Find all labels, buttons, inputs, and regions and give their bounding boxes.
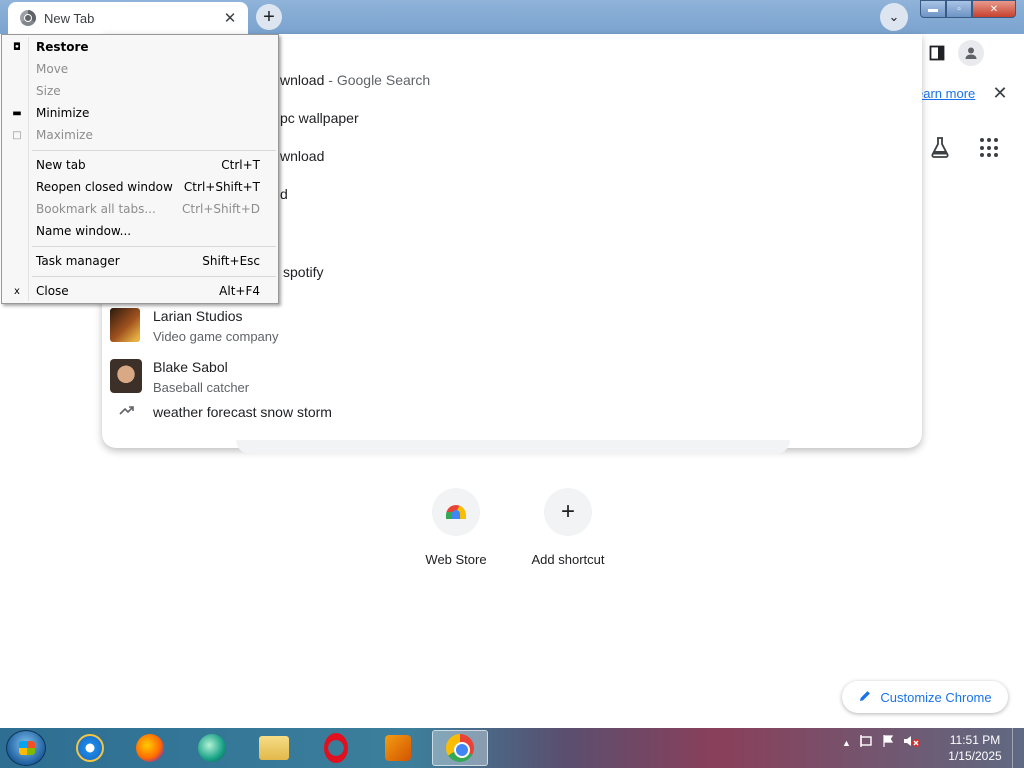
tab-new-tab[interactable]: New Tab ✕ bbox=[8, 2, 248, 34]
suggestion-text: pc wallpaper bbox=[280, 110, 359, 126]
searchbox-bottom-edge bbox=[236, 440, 790, 454]
menu-item-name-window[interactable]: Name window... bbox=[4, 221, 276, 241]
chrome-icon bbox=[446, 734, 474, 762]
start-button[interactable] bbox=[6, 730, 46, 766]
entity-title: Larian Studios bbox=[153, 308, 243, 324]
taskbar-internet-explorer[interactable] bbox=[62, 730, 118, 766]
close-icon: x bbox=[14, 285, 20, 297]
suggestion-text: spotify bbox=[283, 264, 324, 280]
taskbar-file-explorer[interactable] bbox=[246, 730, 302, 766]
taskbar-clock[interactable]: 11:51 PM 1/15/2025 bbox=[940, 732, 1010, 764]
entity-suggestion-row[interactable]: Larian Studios Video game company bbox=[102, 306, 922, 346]
chrome-labs-icon[interactable] bbox=[930, 136, 950, 164]
minimize-icon: ▬ bbox=[12, 107, 22, 119]
menu-item-new-tab[interactable]: New tab Ctrl+T bbox=[4, 155, 276, 175]
suggestion-text: weather forecast snow storm bbox=[153, 404, 332, 420]
menu-item-maximize[interactable]: □ Maximize bbox=[4, 125, 276, 145]
globe-icon bbox=[198, 734, 226, 762]
menu-item-reopen-closed-window[interactable]: Reopen closed window Ctrl+Shift+T bbox=[4, 177, 276, 197]
clock-date: 1/15/2025 bbox=[948, 749, 1002, 763]
plus-icon: + bbox=[560, 498, 575, 525]
entity-description: Baseball catcher bbox=[153, 380, 250, 395]
menu-item-minimize[interactable]: ▬ Minimize bbox=[4, 103, 276, 123]
internet-explorer-icon bbox=[76, 734, 104, 762]
entity-description: Video game company bbox=[153, 329, 279, 344]
trending-icon bbox=[118, 403, 136, 421]
menu-item-restore[interactable]: ◘ Restore bbox=[4, 37, 276, 57]
side-panel-icon[interactable] bbox=[926, 42, 948, 64]
taskbar-firefox[interactable] bbox=[122, 730, 178, 766]
taskbar-chrome[interactable] bbox=[432, 730, 488, 766]
close-window-button[interactable]: ✕ bbox=[972, 0, 1016, 18]
system-tray: ▲ bbox=[842, 734, 921, 751]
tab-strip: New Tab ✕ + ⌄ ▬ ▫ ✕ bbox=[0, 0, 1024, 34]
action-center-icon[interactable] bbox=[859, 734, 873, 751]
learn-more-link[interactable]: earn more bbox=[916, 86, 975, 101]
menu-item-close[interactable]: x Close Alt+F4 bbox=[4, 281, 276, 301]
shortcut-web-store[interactable]: Web Store bbox=[400, 488, 512, 567]
customize-chrome-button[interactable]: Customize Chrome bbox=[842, 681, 1008, 713]
menu-separator bbox=[32, 150, 276, 151]
maximize-icon: □ bbox=[12, 129, 22, 141]
menu-separator bbox=[32, 246, 276, 247]
suggestion-source: - Google Search bbox=[324, 72, 431, 88]
blake-sabol-thumbnail bbox=[110, 359, 142, 393]
show-desktop-button[interactable] bbox=[1012, 728, 1024, 768]
menu-separator bbox=[32, 276, 276, 277]
tab-search-button[interactable]: ⌄ bbox=[880, 3, 908, 31]
window-system-menu: ◘ Restore Move Size ▬ Minimize □ Maximiz… bbox=[1, 34, 279, 304]
volume-muted-icon[interactable] bbox=[903, 734, 921, 751]
web-store-icon bbox=[446, 505, 466, 519]
google-apps-icon[interactable] bbox=[980, 138, 1000, 158]
profile-avatar-icon[interactable] bbox=[958, 40, 984, 66]
tray-expand-icon[interactable]: ▲ bbox=[842, 738, 851, 748]
shortcut-add[interactable]: + Add shortcut bbox=[512, 488, 624, 567]
media-player-icon bbox=[385, 735, 411, 761]
menu-item-move[interactable]: Move bbox=[4, 59, 276, 79]
taskbar-globe-app[interactable] bbox=[184, 730, 240, 766]
infobar-close-icon[interactable]: ✕ bbox=[990, 83, 1010, 104]
shortcut-label: Web Store bbox=[425, 552, 487, 567]
new-tab-button[interactable]: + bbox=[256, 4, 282, 30]
customize-chrome-label: Customize Chrome bbox=[880, 689, 992, 705]
tab-close-icon[interactable]: ✕ bbox=[222, 9, 238, 27]
window-controls: ▬ ▫ ✕ bbox=[920, 0, 1016, 18]
menu-item-size[interactable]: Size bbox=[4, 81, 276, 101]
firefox-icon bbox=[136, 734, 164, 762]
menu-item-bookmark-all-tabs[interactable]: Bookmark all tabs... Ctrl+Shift+D bbox=[4, 199, 276, 219]
windows-taskbar: ▲ 11:51 PM 1/15/2025 bbox=[0, 728, 1024, 768]
chrome-logo-icon bbox=[20, 10, 36, 26]
suggestion-text: d bbox=[280, 186, 288, 202]
maximize-button[interactable]: ▫ bbox=[946, 0, 972, 18]
flag-icon[interactable] bbox=[881, 734, 895, 751]
pencil-icon bbox=[858, 689, 872, 706]
toolbar-right bbox=[926, 40, 984, 66]
taskbar-media-player[interactable] bbox=[370, 730, 426, 766]
shortcut-label: Add shortcut bbox=[531, 552, 605, 567]
entity-title: Blake Sabol bbox=[153, 359, 228, 375]
folder-icon bbox=[259, 736, 289, 760]
opera-icon bbox=[324, 733, 348, 763]
clock-time: 11:51 PM bbox=[949, 733, 1001, 747]
taskbar-opera[interactable] bbox=[308, 730, 364, 766]
larian-studios-thumbnail bbox=[110, 308, 140, 342]
menu-item-task-manager[interactable]: Task manager Shift+Esc bbox=[4, 251, 276, 271]
restore-icon: ◘ bbox=[13, 41, 21, 53]
tab-title: New Tab bbox=[44, 10, 95, 26]
suggestion-text: wnload bbox=[280, 148, 325, 164]
entity-suggestion-row[interactable]: Blake Sabol Baseball catcher bbox=[102, 357, 922, 397]
minimize-button[interactable]: ▬ bbox=[920, 0, 946, 18]
suggestion-text: wnload bbox=[280, 72, 325, 88]
